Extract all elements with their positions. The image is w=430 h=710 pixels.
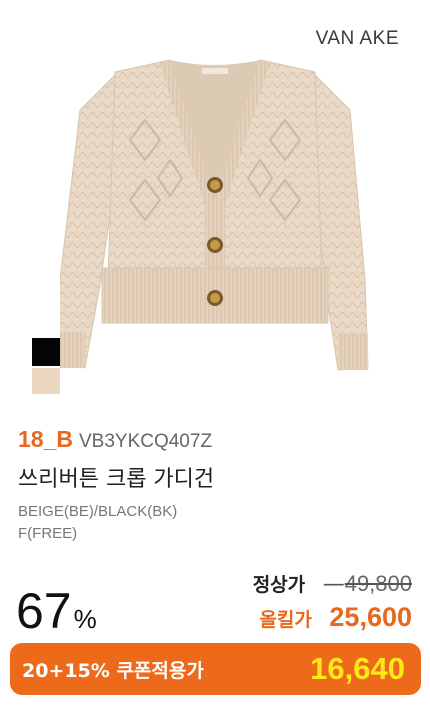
product-code: VB3YKCQ407Z: [78, 431, 213, 452]
product-image[interactable]: [60, 50, 370, 390]
button-3: [207, 290, 223, 306]
coupon-label: 20+15% 쿠폰적용가: [22, 659, 204, 682]
discount-value: 67: [16, 583, 72, 639]
product-card[interactable]: VAN AKE 18_B VB3YKCQ407Z 쓰리버튼 크롭 가디건 BEI…: [0, 0, 430, 710]
left-sleeve: [60, 73, 116, 369]
regular-price-label: 정상가: [252, 574, 306, 596]
swatch-black[interactable]: [32, 338, 60, 366]
product-size: F(FREE): [18, 525, 78, 542]
product-image-area[interactable]: VAN AKE: [0, 0, 430, 410]
button-1: [207, 177, 223, 193]
strike-dash: —: [322, 572, 345, 597]
product-code-line: 18_B VB3YKCQ407Z: [18, 426, 212, 453]
swatch-beige[interactable]: [32, 368, 60, 394]
right-sleeve: [314, 73, 369, 371]
button-2: [207, 237, 223, 253]
coupon-price: 16,640: [310, 651, 405, 686]
discount-rate: 67%: [16, 583, 97, 639]
regular-price-row: 정상가 — 49,800: [253, 570, 412, 597]
sale-price: 25,600: [329, 602, 412, 632]
brand-label: VAN AKE: [315, 28, 399, 49]
discount-unit: %: [73, 604, 97, 634]
season-code: 18_B: [18, 426, 73, 452]
sale-price-label: 올킬가: [259, 609, 312, 631]
regular-price: 49,800: [344, 571, 412, 596]
sale-price-row: 올킬가 25,600: [259, 602, 412, 633]
coupon-price-bar[interactable]: 20+15% 쿠폰적용가 16,640: [10, 643, 421, 695]
product-name[interactable]: 쓰리버튼 크롭 가디건: [18, 461, 214, 493]
product-colors: BEIGE(BE)/BLACK(BK): [18, 503, 178, 520]
